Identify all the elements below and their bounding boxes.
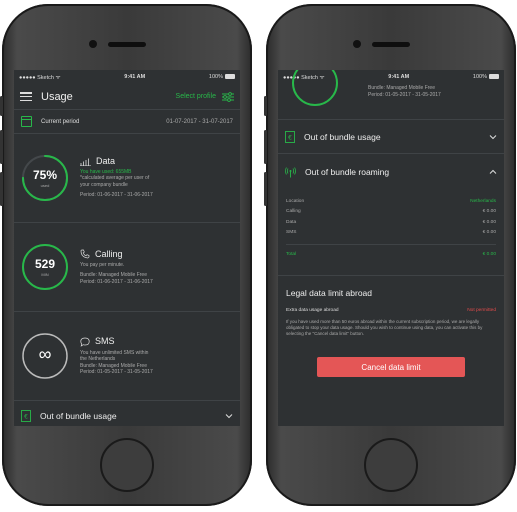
partial-period: Period: 01-05-2017 - 31-05-2017 [368,91,441,98]
sms-usage-ring: ∞ [20,331,70,381]
data-period: Period: 01-06-2017 - 31-06-2017 [80,192,153,198]
page-title: Usage [41,90,73,103]
roaming-location-row: Location Netherlands [286,196,496,207]
roaming-calling-value: € 0.00 [482,209,496,215]
phone-left: ●●●●● Sketch ᯤ 9:41 AM 100% Usage Select… [0,4,252,506]
legal-data-limit-section: Legal data limit abroad Extra data usage… [278,276,504,377]
select-profile-link[interactable]: Select profile [176,93,216,100]
calling-usage-card[interactable]: 529 MIN Calling You pay per minute. Bund… [14,223,240,312]
svg-text:€: € [288,134,292,141]
extra-data-usage-status: Not permitted [467,308,496,313]
calling-card-title: Calling [95,248,123,259]
data-usage-value: 75% [32,168,58,182]
front-camera [89,40,97,48]
status-bar: ●●●●● Sketch ᯤ 9:41 AM 100% [14,70,240,84]
volume-up-button [264,130,267,164]
roaming-location-value: Netherlands [470,198,496,204]
chevron-down-icon[interactable] [225,412,233,420]
roaming-calling-label: Calling [286,209,301,215]
battery-icon [488,74,499,80]
sms-ring-partial [292,70,338,106]
roaming-data-value: € 0.00 [482,219,496,225]
sms-period: Period: 01-05-2017 - 31-05-2017 [80,369,153,375]
roaming-calling-row: Calling € 0.00 [286,207,496,218]
out-of-bundle-usage-row[interactable]: € Out of bundle usage [278,120,504,154]
roaming-sms-label: SMS [286,230,297,236]
screen: ●●●●● Sketch ᯤ 9:41 AM 100% Usage Select… [14,70,240,426]
infinity-icon: ∞ [38,344,52,364]
volume-down-button [264,172,267,206]
out-of-bundle-roaming-label: Out of bundle roaming [305,167,390,177]
legal-section-title: Legal data limit abroad [286,288,373,298]
sms-card-title: SMS [95,336,115,347]
roaming-cost-table: Location Netherlands Calling € 0.00 Data… [278,190,504,276]
roaming-data-row: Data € 0.00 [286,217,496,228]
status-time: 9:41 AM [124,74,146,80]
battery-percent: 100% [472,74,487,80]
home-button[interactable] [364,438,418,492]
roaming-total-label: Total [286,251,297,257]
filter-sliders-icon[interactable] [222,91,234,102]
calendar-icon [21,116,32,127]
signal-bars-icon [80,158,91,166]
battery-status: 100% [473,74,499,80]
current-period-label: Current period [41,118,80,125]
document-euro-icon: € [285,130,295,143]
current-period-value: 01-07-2017 - 31-07-2017 [166,118,233,125]
document-euro-icon: € [21,409,31,422]
battery-percent: 100% [208,74,223,80]
status-time: 9:41 AM [388,74,410,80]
out-of-bundle-roaming-row[interactable]: Out of bundle roaming [278,154,504,190]
volume-up-button [0,130,3,164]
out-of-bundle-usage-row[interactable]: € Out of bundle usage [14,401,240,426]
legal-explanation-text: If you have used more than 50 euros abro… [286,319,483,336]
data-usage-ring: 75% used [20,153,70,203]
battery-icon [224,74,235,80]
phone-icon [80,249,90,259]
calling-usage-ring: 529 MIN [20,242,70,292]
chat-bubble-icon [80,337,90,347]
calling-period: Period: 01-06-2017 - 31-06-2017 [80,278,153,285]
roaming-total-value: € 0.00 [482,251,496,257]
screen: ●●●●● Sketch ᯤ 9:41 AM 100% Bundle: Mana… [278,70,504,426]
roaming-sms-row: SMS € 0.00 [286,228,496,239]
roaming-sms-value: € 0.00 [482,230,496,236]
svg-text:€: € [24,413,28,420]
out-of-bundle-usage-label: Out of bundle usage [40,410,117,421]
home-button[interactable] [100,438,154,492]
chevron-up-icon[interactable] [489,168,497,176]
nav-bar: Usage Select profile [14,84,240,110]
sms-usage-card[interactable]: ∞ SMS You have unlimited SMS within the … [14,312,240,401]
out-of-bundle-usage-label: Out of bundle usage [304,131,381,142]
divider [286,244,496,245]
calling-minutes-unit: MIN [41,272,49,277]
mute-switch [0,96,3,116]
phone-right: ●●●●● Sketch ᯤ 9:41 AM 100% Bundle: Mana… [264,4,516,506]
data-usage-card[interactable]: 75% used Data You have used: 655MB *calc… [14,134,240,223]
earpiece-speaker [372,42,410,47]
chevron-down-icon[interactable] [489,133,497,141]
antenna-icon [285,166,296,177]
data-card-title: Data [96,156,116,167]
roaming-total-row: Total € 0.00 [286,249,496,260]
earpiece-speaker [108,42,146,47]
hamburger-menu-icon[interactable] [20,92,32,101]
roaming-location-label: Location [286,198,305,204]
cancel-data-limit-button[interactable]: Cancel data limit [317,357,465,377]
data-usage-unit: used [40,183,50,188]
extra-data-usage-label: Extra data usage abroad [286,308,339,313]
sms-card-partial: Bundle: Managed Mobile Free Period: 01-0… [278,70,504,120]
current-period-row[interactable]: Current period 01-07-2017 - 31-07-2017 [14,110,240,134]
partial-bundle: Bundle: Managed Mobile Free [368,85,435,91]
front-camera [353,40,361,48]
mute-switch [264,96,267,116]
roaming-data-label: Data [286,219,297,225]
calling-minutes-value: 529 [34,257,56,271]
battery-status: 100% [209,74,235,80]
carrier-signal: ●●●●● Sketch ᯤ [19,75,61,81]
volume-down-button [0,172,3,206]
extra-data-usage-row: Extra data usage abroad Not permitted [286,308,496,313]
